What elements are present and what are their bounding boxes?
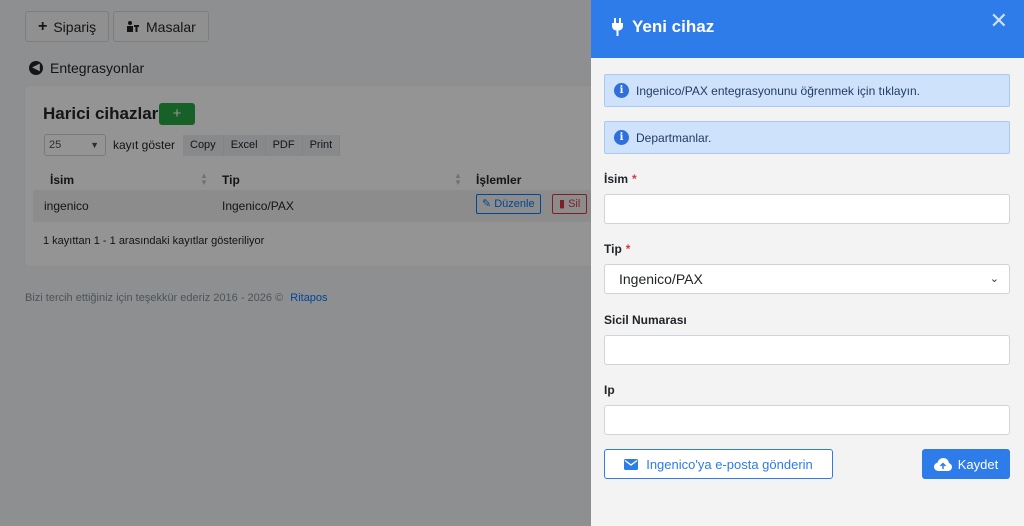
info-icon: i xyxy=(614,130,629,145)
info-icon: i xyxy=(614,83,629,98)
name-field[interactable] xyxy=(604,194,1010,224)
close-icon[interactable]: ✕ xyxy=(990,10,1008,32)
envelope-icon xyxy=(624,458,639,470)
plug-icon xyxy=(612,18,623,36)
serial-label: Sicil Numarası xyxy=(604,313,687,327)
panel-title: Yeni cihaz xyxy=(611,17,714,37)
name-label: İsim * xyxy=(604,172,637,186)
type-label: Tip * xyxy=(604,242,631,256)
integration-info-alert[interactable]: i Ingenico/PAX entegrasyonunu öğrenmek i… xyxy=(604,74,1010,107)
type-select[interactable]: Ingenico/PAX ⌄ xyxy=(604,264,1010,294)
serial-field[interactable] xyxy=(604,335,1010,365)
send-email-button[interactable]: Ingenico'ya e-posta gönderin xyxy=(604,449,833,479)
cloud-upload-icon xyxy=(933,457,952,471)
departments-info-alert[interactable]: i Departmanlar. xyxy=(604,121,1010,154)
chevron-down-icon: ⌄ xyxy=(989,273,999,285)
new-device-panel: Yeni cihaz ✕ i Ingenico/PAX entegrasyonu… xyxy=(591,0,1024,526)
save-button[interactable]: Kaydet xyxy=(922,449,1010,479)
ip-label: Ip xyxy=(604,383,615,397)
panel-header: Yeni cihaz ✕ xyxy=(591,0,1024,58)
ip-field[interactable] xyxy=(604,405,1010,435)
type-select-value: Ingenico/PAX xyxy=(619,271,703,287)
